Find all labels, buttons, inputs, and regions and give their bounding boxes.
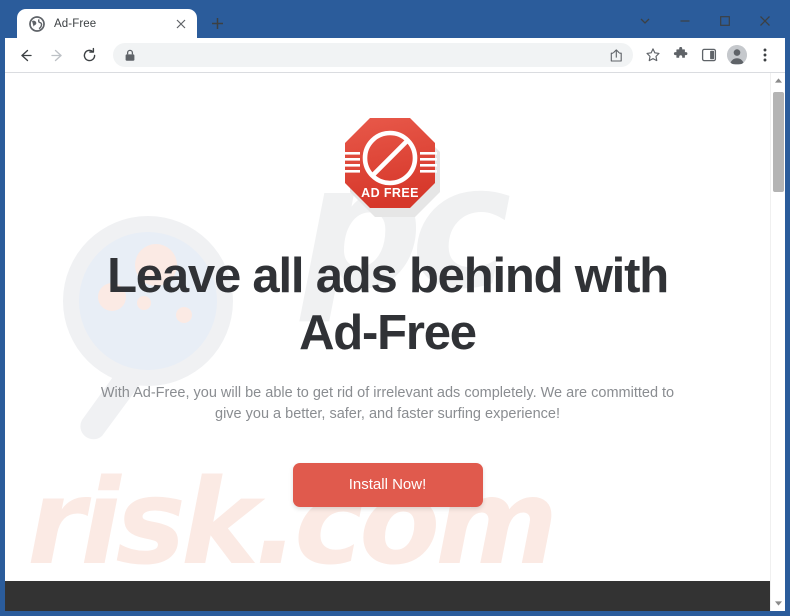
- tab-title: Ad-Free: [54, 17, 97, 30]
- page-headline: Leave all ads behind with Ad-Free: [107, 249, 669, 361]
- three-dot-menu-icon[interactable]: [752, 42, 778, 68]
- svg-text:AD FREE: AD FREE: [361, 186, 419, 200]
- scrollbar-down-arrow[interactable]: [771, 596, 786, 611]
- tab-strip: Ad-Free: [5, 4, 785, 38]
- side-panel-icon[interactable]: [696, 42, 722, 68]
- profile-avatar-button[interactable]: [724, 42, 750, 68]
- tab-close-icon[interactable]: [173, 16, 189, 32]
- page-subtitle: With Ad-Free, you will be able to get ri…: [100, 384, 675, 422]
- maximize-button[interactable]: [705, 7, 745, 35]
- minimize-button[interactable]: [665, 7, 705, 35]
- tab-search-icon[interactable]: [625, 7, 665, 35]
- vertical-scrollbar[interactable]: [770, 73, 785, 611]
- puzzle-icon[interactable]: [668, 42, 694, 68]
- scrollbar-thumb[interactable]: [772, 92, 784, 192]
- new-tab-button[interactable]: [203, 9, 231, 37]
- browser-window: Ad-Free pc risk.com AD FREE Leave all ad…: [0, 0, 790, 616]
- address-bar[interactable]: [113, 43, 633, 67]
- window-controls: [625, 6, 785, 36]
- close-window-button[interactable]: [745, 7, 785, 35]
- scrollbar-track[interactable]: [771, 88, 786, 596]
- reload-button[interactable]: [75, 41, 103, 69]
- lock-icon: [124, 49, 137, 62]
- back-button[interactable]: [11, 41, 39, 69]
- browser-tab[interactable]: Ad-Free: [17, 9, 197, 38]
- avatar-icon: [727, 45, 747, 65]
- forward-button: [43, 41, 71, 69]
- hero-section: AD FREE Leave all ads behind with Ad-Fre…: [5, 73, 770, 611]
- web-page-content: pc risk.com AD FREE Leave all ads behind…: [5, 73, 770, 611]
- install-now-button[interactable]: Install Now!: [292, 462, 483, 507]
- page-footer-bar: [5, 581, 770, 611]
- globe-icon: [29, 15, 45, 32]
- page-viewport: pc risk.com AD FREE Leave all ads behind…: [5, 72, 785, 611]
- scrollbar-up-arrow[interactable]: [771, 73, 786, 88]
- ad-free-logo: AD FREE: [334, 108, 442, 226]
- browser-toolbar: [5, 38, 785, 72]
- bookmark-star-icon[interactable]: [640, 42, 666, 68]
- share-icon[interactable]: [607, 46, 625, 64]
